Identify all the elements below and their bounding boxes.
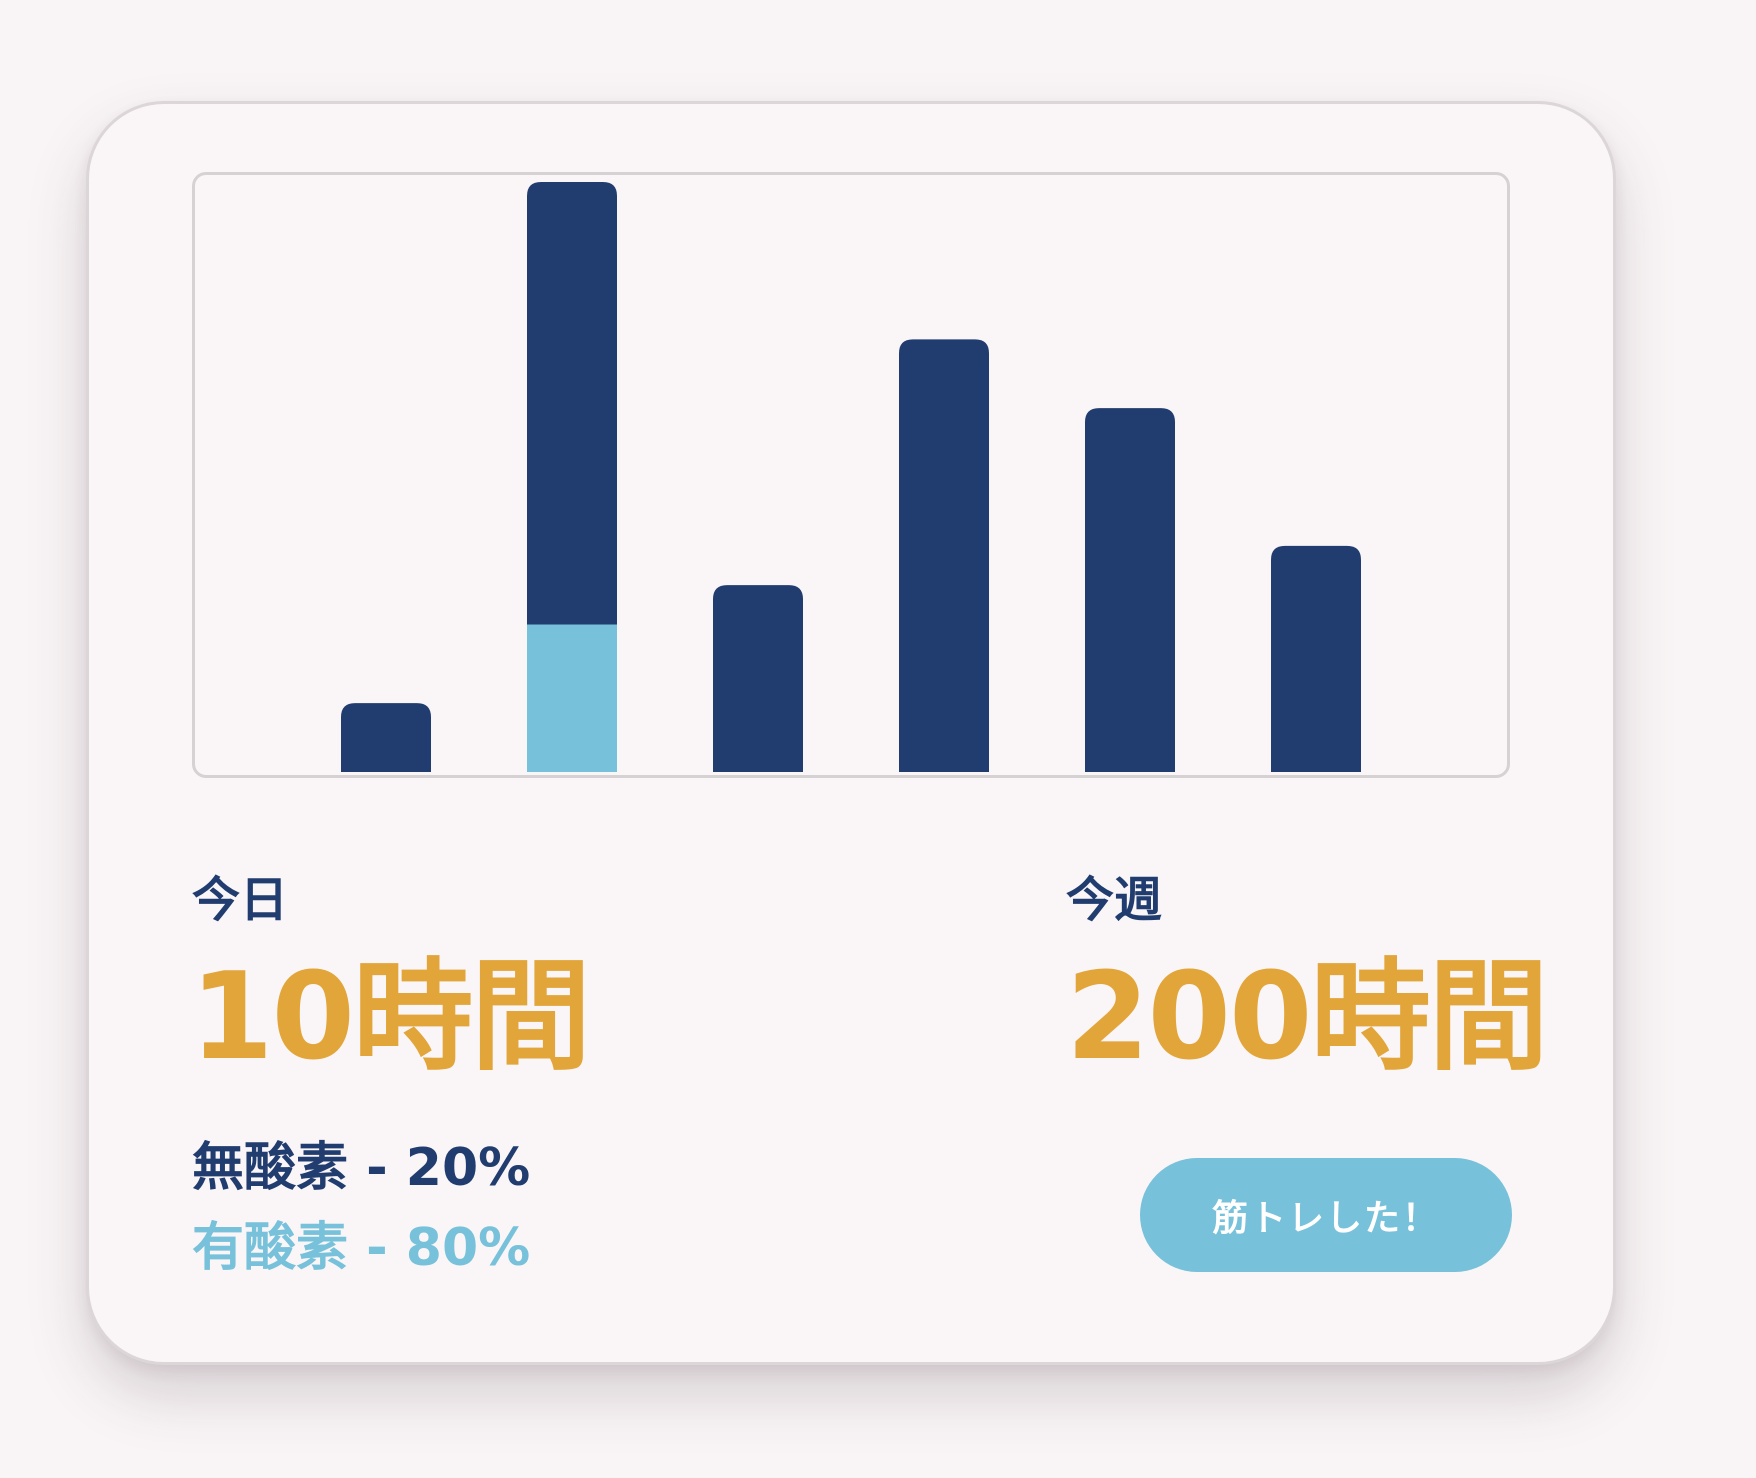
bar-chart-svg — [341, 182, 1361, 772]
activity-chart — [192, 172, 1510, 778]
week-label: 今週 — [1066, 872, 1163, 928]
bar-1-segment-2 — [341, 703, 431, 772]
log-workout-button[interactable]: 筋トレした！ — [1140, 1158, 1512, 1272]
bar-2-segment-2 — [527, 182, 617, 625]
bar-4-segment-2 — [899, 339, 989, 772]
bar-2-segment-1 — [527, 624, 617, 772]
bar-3-segment-2 — [713, 585, 803, 772]
aerobic-ratio: 有酸素 - 80% — [192, 1218, 531, 1278]
week-value: 200時間 — [1066, 948, 1548, 1087]
bar-6-segment-2 — [1271, 545, 1361, 772]
bar-5-segment-2 — [1085, 408, 1175, 772]
anaerobic-ratio: 無酸素 - 20% — [192, 1138, 531, 1198]
today-value: 10時間 — [190, 948, 591, 1087]
today-label: 今日 — [192, 872, 289, 928]
